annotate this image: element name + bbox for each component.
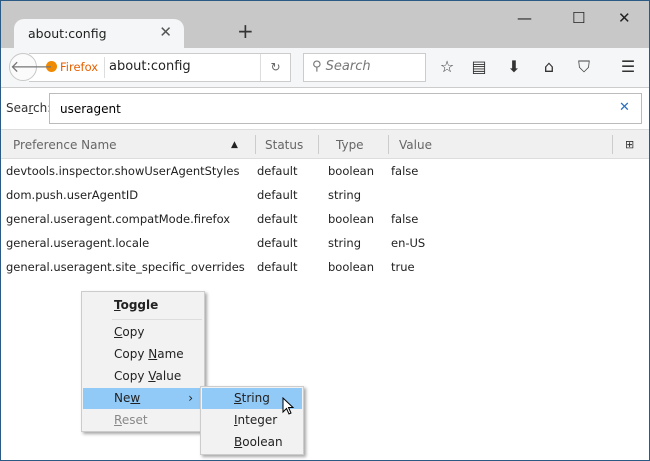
pref-name: devtools.inspector.showUserAgentStyles	[6, 164, 240, 178]
pocket-icon[interactable]: ⛉	[573, 57, 595, 77]
identity-label: Firefox	[60, 60, 99, 74]
context-menu: Toggle Copy Copy Name Copy Value New › Re…	[81, 291, 205, 432]
nav-bar: Firefox about:config ↻ 🡐 ⚲ Search ☆ ▤ ⬇ …	[1, 48, 649, 88]
menu-item-new[interactable]: New ›	[83, 388, 203, 409]
table-row[interactable]: general.useragent.locale default string en-…	[1, 232, 649, 256]
config-search-row: Search: ✕	[1, 89, 649, 129]
menu-item-toggle[interactable]: Toggle	[114, 295, 158, 316]
pref-type: string	[328, 188, 362, 202]
submenu-item-boolean[interactable]: Boolean	[234, 432, 283, 453]
pref-value: false	[391, 164, 419, 178]
pref-name: general.useragent.locale	[6, 236, 150, 250]
search-input[interactable]: ⚲ Search	[303, 53, 426, 82]
column-picker-icon[interactable]: ⊞	[625, 138, 634, 151]
pref-status: default	[257, 260, 298, 274]
star-icon[interactable]: ☆	[436, 57, 458, 76]
close-tab-icon[interactable]: ✕	[159, 23, 172, 41]
column-divider[interactable]	[318, 135, 319, 154]
pref-status: default	[257, 188, 298, 202]
table-header: Preference Name ▲ Status Type Value ⊞	[1, 129, 649, 159]
browser-window: about:config ✕ + — ☐ ✕ Firefox about:con…	[0, 0, 650, 461]
column-divider[interactable]	[612, 135, 613, 154]
reload-icon[interactable]: ↻	[260, 54, 290, 81]
pref-name: general.useragent.compatMode.firefox	[6, 212, 231, 226]
pref-value: en-US	[391, 236, 426, 250]
menu-icon[interactable]: ☰	[617, 57, 639, 76]
pref-name: general.useragent.site_specific_override…	[6, 260, 245, 274]
divider	[104, 57, 105, 78]
pref-type: boolean	[328, 260, 374, 274]
pref-type: boolean	[328, 212, 374, 226]
column-value[interactable]: Value	[399, 138, 432, 152]
pref-name: dom.push.userAgentID	[6, 188, 139, 202]
chevron-right-icon: ›	[188, 391, 193, 405]
tab-title: about:config	[28, 26, 107, 41]
menu-item-copy[interactable]: Copy	[114, 322, 144, 343]
back-button[interactable]: 🡐	[9, 53, 53, 81]
close-window-icon[interactable]: ✕	[618, 9, 631, 27]
pref-type: boolean	[328, 164, 374, 178]
search-icon: ⚲	[312, 59, 322, 74]
pref-status: default	[257, 212, 298, 226]
column-divider[interactable]	[255, 135, 256, 154]
search-label: Search:	[6, 101, 52, 115]
pref-value: true	[391, 260, 415, 274]
menu-item-new-label: New	[114, 391, 141, 405]
submenu-item-integer[interactable]: Integer	[234, 410, 277, 431]
column-preference-name[interactable]: Preference Name	[13, 138, 117, 152]
new-tab-icon[interactable]: +	[237, 19, 254, 43]
title-bar: about:config ✕ + — ☐ ✕	[1, 1, 649, 49]
pref-value: false	[391, 212, 419, 226]
config-search-input[interactable]	[49, 93, 642, 124]
maximize-icon[interactable]: ☐	[572, 9, 585, 27]
search-placeholder: Search	[325, 59, 371, 74]
clear-icon[interactable]: ✕	[619, 100, 630, 115]
sort-ascending-icon[interactable]: ▲	[231, 140, 238, 150]
url-text[interactable]: about:config	[109, 59, 191, 74]
table-row[interactable]: dom.push.userAgentID default string	[1, 184, 649, 208]
menu-separator	[112, 319, 202, 320]
pref-status: default	[257, 236, 298, 250]
table-row[interactable]: devtools.inspector.showUserAgentStyles de…	[1, 160, 649, 184]
pref-status: default	[257, 164, 298, 178]
url-bar[interactable]: Firefox about:config ↻	[29, 53, 291, 82]
table-row[interactable]: general.useragent.site_specific_override…	[1, 256, 649, 280]
column-divider[interactable]	[388, 135, 389, 154]
pref-type: string	[328, 236, 362, 250]
menu-item-reset[interactable]: Reset	[114, 410, 148, 431]
reading-list-icon[interactable]: ▤	[468, 57, 490, 76]
back-arrow-icon: 🡐	[10, 57, 53, 76]
menu-item-copy-value[interactable]: Copy Value	[114, 366, 181, 387]
column-status[interactable]: Status	[265, 138, 303, 152]
mouse-cursor-icon	[282, 397, 295, 415]
menu-item-copy-name[interactable]: Copy Name	[114, 344, 184, 365]
table-row[interactable]: general.useragent.compatMode.firefox defa…	[1, 208, 649, 232]
home-icon[interactable]: ⌂	[538, 57, 560, 76]
minimize-icon[interactable]: —	[517, 9, 532, 27]
column-type[interactable]: Type	[336, 138, 364, 152]
download-icon[interactable]: ⬇	[503, 57, 525, 76]
tab-about-config[interactable]: about:config ✕	[14, 19, 184, 49]
identity-box[interactable]: Firefox	[46, 60, 98, 74]
